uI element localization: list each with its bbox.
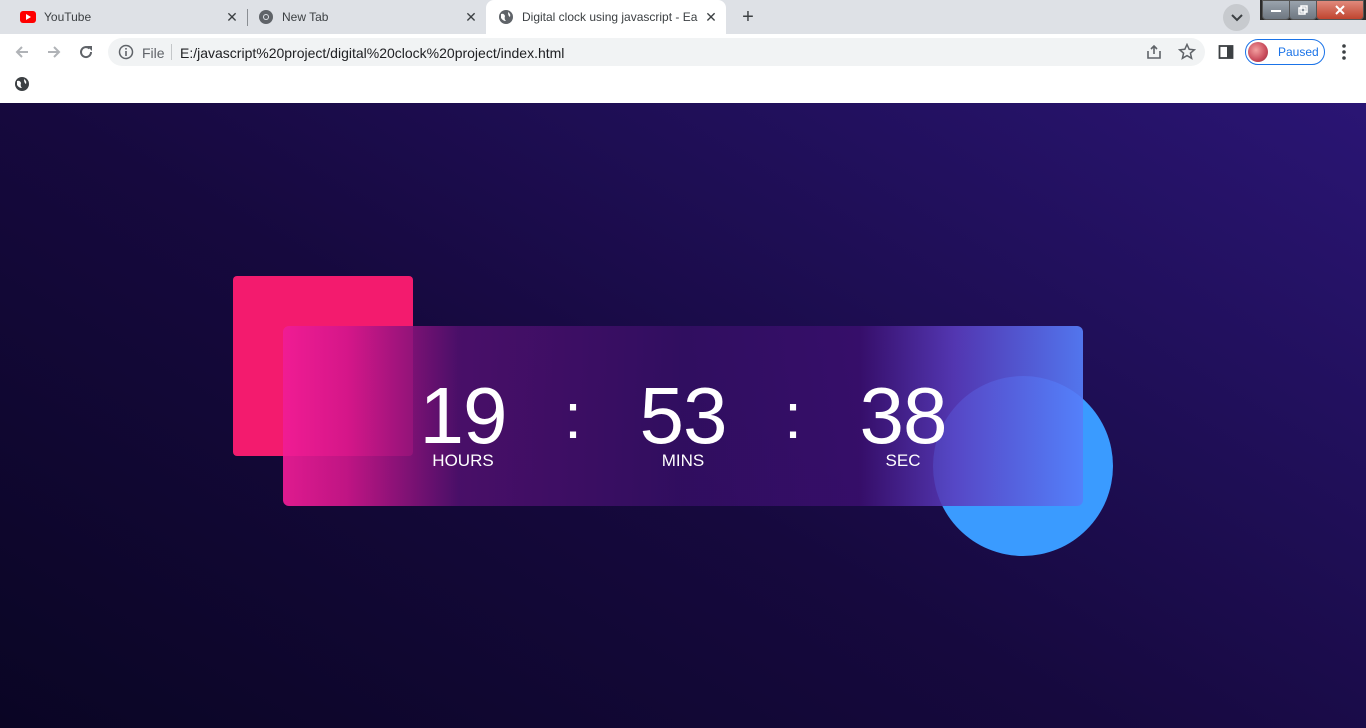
bookmark-star-icon[interactable] bbox=[1178, 43, 1196, 61]
tab-title: YouTube bbox=[44, 10, 92, 24]
minutes-seconds-separator: : bbox=[784, 380, 802, 452]
omnibox-divider bbox=[171, 44, 172, 60]
hours-unit: 19 HOURS bbox=[393, 376, 533, 470]
new-tab-button[interactable]: + bbox=[735, 4, 761, 30]
seconds-value: 38 bbox=[859, 371, 948, 460]
minutes-unit: 53 MINS bbox=[613, 376, 753, 470]
info-icon[interactable] bbox=[118, 44, 134, 60]
tab-title: New Tab bbox=[282, 10, 329, 24]
chrome-icon bbox=[258, 9, 274, 25]
address-bar[interactable]: File E:/javascript%20project/digital%20c… bbox=[108, 38, 1205, 66]
page-viewport: 19 HOURS : 53 MINS : 38 SEC bbox=[0, 103, 1366, 728]
browser-toolbar: File E:/javascript%20project/digital%20c… bbox=[0, 34, 1366, 70]
chevron-down-icon bbox=[1230, 13, 1243, 21]
forward-arrow-icon bbox=[48, 46, 61, 58]
back-button[interactable] bbox=[10, 40, 34, 64]
hours-label: HOURS bbox=[432, 451, 494, 470]
close-tab-icon[interactable]: ✕ bbox=[462, 8, 480, 26]
close-icon bbox=[1335, 5, 1345, 15]
globe-icon bbox=[498, 9, 514, 25]
window-controls bbox=[1260, 0, 1366, 20]
tab-new-tab[interactable]: New Tab ✕ bbox=[238, 0, 486, 34]
url-text[interactable]: E:/javascript%20project/digital%20clock%… bbox=[180, 45, 564, 61]
digital-clock-card: 19 HOURS : 53 MINS : 38 SEC bbox=[283, 326, 1083, 506]
minutes-value: 53 bbox=[639, 371, 728, 460]
seconds-label: SEC bbox=[885, 451, 921, 470]
minimize-icon bbox=[1271, 10, 1281, 12]
hours-minutes-separator: : bbox=[564, 380, 582, 452]
tab-strip: YouTube ✕ New Tab ✕ Digital clock using … bbox=[0, 0, 1366, 34]
tab-youtube[interactable]: YouTube ✕ bbox=[0, 0, 247, 34]
minutes-label: MINS bbox=[661, 451, 705, 470]
back-arrow-icon bbox=[15, 46, 28, 58]
restore-button[interactable] bbox=[1289, 0, 1317, 20]
scheme-label: File bbox=[142, 45, 165, 61]
forward-button[interactable] bbox=[42, 40, 66, 64]
more-menu-icon[interactable] bbox=[1336, 43, 1352, 61]
tab-title: Digital clock using javascript - Ea bbox=[522, 10, 698, 24]
profile-button[interactable]: Paused bbox=[1245, 39, 1325, 65]
hours-value: 19 bbox=[419, 371, 508, 460]
reload-icon bbox=[80, 46, 93, 59]
minimize-button[interactable] bbox=[1262, 0, 1290, 20]
close-tab-icon[interactable]: ✕ bbox=[702, 8, 720, 26]
avatar bbox=[1248, 42, 1268, 62]
globe-icon[interactable] bbox=[14, 76, 30, 92]
youtube-icon bbox=[20, 9, 36, 25]
restore-icon bbox=[1298, 5, 1308, 15]
share-icon[interactable] bbox=[1145, 43, 1163, 61]
profile-status: Paused bbox=[1278, 45, 1319, 59]
window-close-button[interactable] bbox=[1316, 0, 1364, 20]
tab-search-button[interactable] bbox=[1223, 4, 1250, 31]
bookmarks-bar bbox=[0, 70, 1366, 103]
seconds-unit: 38 SEC bbox=[833, 376, 973, 470]
tab-digital-clock[interactable]: Digital clock using javascript - Ea ✕ bbox=[486, 0, 726, 34]
reload-button[interactable] bbox=[74, 40, 98, 64]
side-panel-icon[interactable] bbox=[1218, 44, 1234, 60]
